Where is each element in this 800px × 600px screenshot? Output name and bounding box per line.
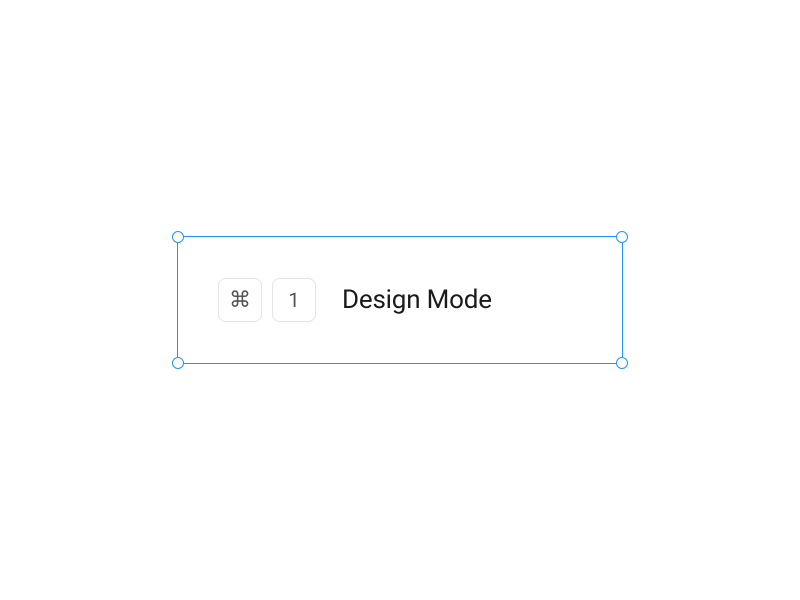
- resize-handle-bottom-left[interactable]: [172, 357, 184, 369]
- selection-frame[interactable]: ⌘ 1 Design Mode: [177, 236, 623, 364]
- resize-handle-top-left[interactable]: [172, 231, 184, 243]
- shortcut-label: Design Mode: [342, 285, 492, 315]
- shortcut-display: ⌘ 1 Design Mode: [218, 278, 492, 322]
- resize-handle-top-right[interactable]: [616, 231, 628, 243]
- command-key-icon: ⌘: [218, 278, 262, 322]
- shortcut-key: 1: [272, 278, 316, 322]
- resize-handle-bottom-right[interactable]: [616, 357, 628, 369]
